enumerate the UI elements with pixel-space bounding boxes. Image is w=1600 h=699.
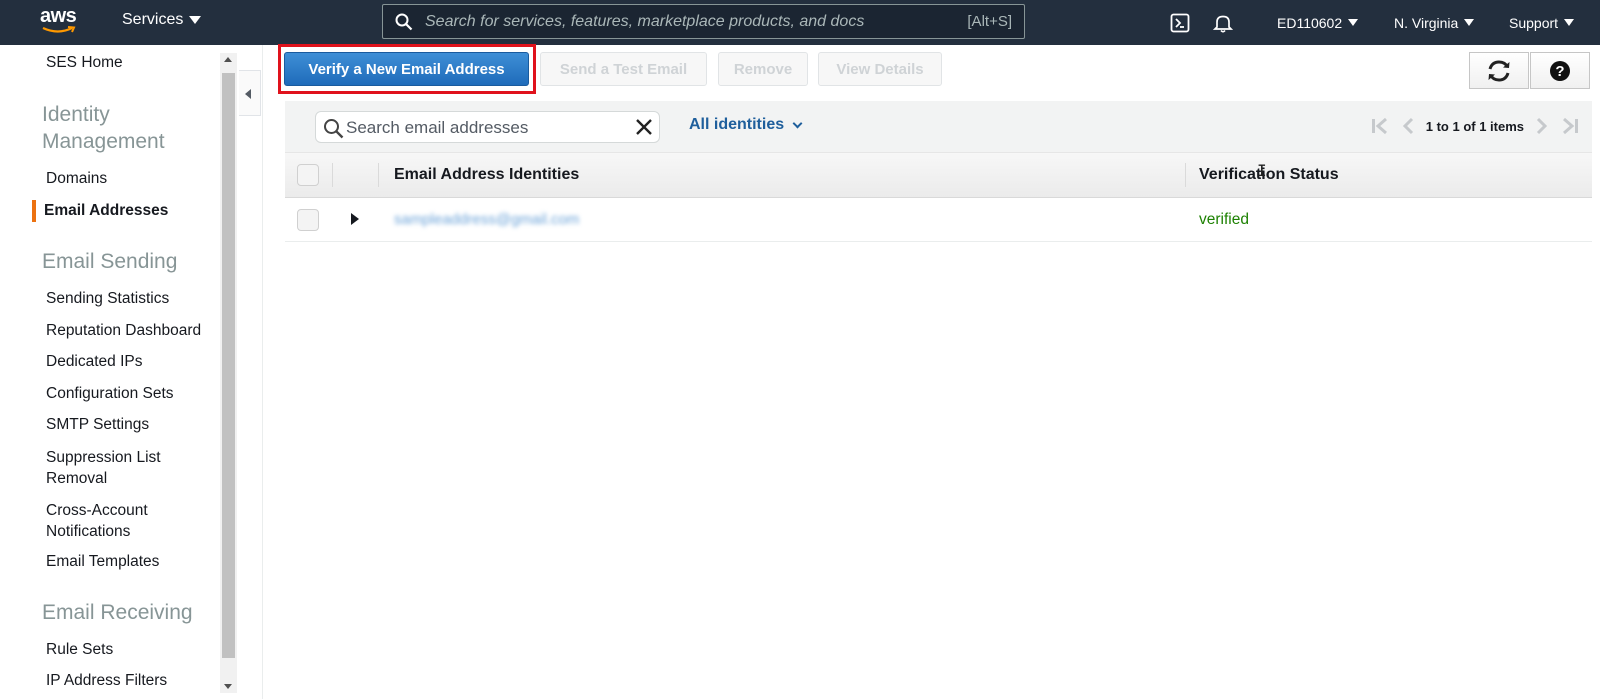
notifications-button[interactable] [1213,0,1233,45]
svg-text:?: ? [1555,63,1564,80]
scroll-up-icon[interactable] [224,57,232,62]
sidebar-item-smtp-settings[interactable]: SMTP Settings [46,416,149,434]
scroll-down-icon[interactable] [224,684,232,689]
sidebar-item-suppression-list-removal[interactable]: Suppression List Removal [46,447,196,489]
aws-logo[interactable]: aws [40,6,84,38]
refresh-icon [1488,59,1510,82]
sidebar-item-dedicated-ips[interactable]: Dedicated IPs [46,353,143,371]
verify-new-email-button[interactable]: Verify a New Email Address [284,52,529,86]
cloudshell-icon [1170,13,1190,32]
sidebar-item-domains[interactable]: Domains [46,170,107,188]
sidebar-item-email-templates[interactable]: Email Templates [46,553,159,571]
view-details-button[interactable]: View Details [818,52,942,86]
search-icon [324,119,344,139]
pagination: 1 to 1 of 1 items [1370,117,1580,135]
cloudshell-button[interactable] [1170,0,1190,45]
column-divider [378,163,379,187]
caret-down-icon [189,16,202,24]
sidebar-item-reputation-dashboard[interactable]: Reputation Dashboard [46,322,201,340]
sidebar-item-email-addresses[interactable]: Email Addresses [44,202,168,220]
global-search[interactable]: [Alt+S] [382,4,1025,39]
bell-icon [1213,15,1233,33]
collapse-sidebar-button[interactable] [239,70,261,116]
column-header-email[interactable]: Email Address Identities [394,166,579,184]
sidebar-section-email-receiving: Email Receiving [42,601,193,624]
sidebar: SES Home Identity Management Domains Ema… [0,45,237,699]
help-button[interactable]: ? [1530,52,1590,89]
services-menu[interactable]: Services [122,11,202,29]
search-shortcut-hint: [Alt+S] [967,13,1012,30]
aws-smile-icon [42,26,76,33]
expand-row-icon[interactable] [351,213,359,225]
refresh-button[interactable] [1469,52,1529,89]
clear-search-icon[interactable] [634,117,654,137]
column-divider [332,163,333,187]
remove-button[interactable]: Remove [718,52,808,86]
services-label: Services [122,11,184,28]
next-page-icon[interactable] [1534,117,1550,135]
email-search-input[interactable] [346,117,626,139]
email-search-box[interactable] [315,111,660,143]
send-test-email-button[interactable]: Send a Test Email [540,52,707,86]
sidebar-item-rule-sets[interactable]: Rule Sets [46,641,113,659]
search-icon [395,13,413,31]
sidebar-item-configuration-sets[interactable]: Configuration Sets [46,385,174,403]
select-all-checkbox[interactable] [297,164,319,186]
sidebar-item-ses-home[interactable]: SES Home [46,54,123,72]
identity-filter-label: All identities [689,116,785,133]
column-header-status[interactable]: Verification Status [1199,166,1339,184]
row-checkbox[interactable] [297,209,319,231]
region-menu[interactable]: N. Virginia [1394,0,1475,45]
verification-status-cell: verified [1199,211,1249,228]
table-row[interactable]: sampleaddress@gmail.com verified [285,199,1592,242]
account-label: ED110602 [1277,14,1343,31]
last-page-icon[interactable] [1560,117,1580,135]
caret-down-icon [1564,19,1575,26]
global-search-input[interactable] [425,11,925,33]
support-label: Support [1509,14,1559,31]
scrollbar-thumb[interactable] [222,73,235,658]
email-identity-cell[interactable]: sampleaddress@gmail.com [394,211,579,228]
sidebar-section-identity-management: Identity Management [42,103,165,153]
sidebar-item-ip-address-filters[interactable]: IP Address Filters [46,672,167,690]
account-menu[interactable]: ED110602 [1277,0,1359,45]
first-page-icon[interactable] [1370,117,1390,135]
caret-down-icon [1464,19,1475,26]
support-menu[interactable]: Support [1509,0,1575,45]
sidebar-divider [262,45,263,699]
aws-logo-text: aws [40,5,77,27]
sidebar-item-sending-statistics[interactable]: Sending Statistics [46,290,169,308]
chevron-left-icon [245,89,251,99]
column-divider [1185,163,1186,187]
chevron-down-icon [792,118,803,128]
active-indicator [32,200,36,222]
table-filter-bar: All identities 1 to 1 of 1 items [285,101,1592,152]
region-label: N. Virginia [1394,14,1459,31]
help-icon: ? [1550,60,1570,81]
identity-filter-dropdown[interactable]: All identities [689,116,803,134]
sidebar-item-cross-account-notifications[interactable]: Cross-Account Notifications [46,500,176,542]
text-cursor-icon: I [1257,161,1267,180]
sidebar-scrollbar[interactable] [220,53,237,693]
previous-page-icon[interactable] [1400,117,1416,135]
caret-down-icon [1348,19,1359,26]
top-navigation-bar: aws Services [Alt+S] ED110602 [0,0,1600,45]
sidebar-section-email-sending: Email Sending [42,250,178,273]
pagination-label: 1 to 1 of 1 items [1425,118,1524,134]
table-header: Email Address Identities Verification St… [285,152,1592,198]
